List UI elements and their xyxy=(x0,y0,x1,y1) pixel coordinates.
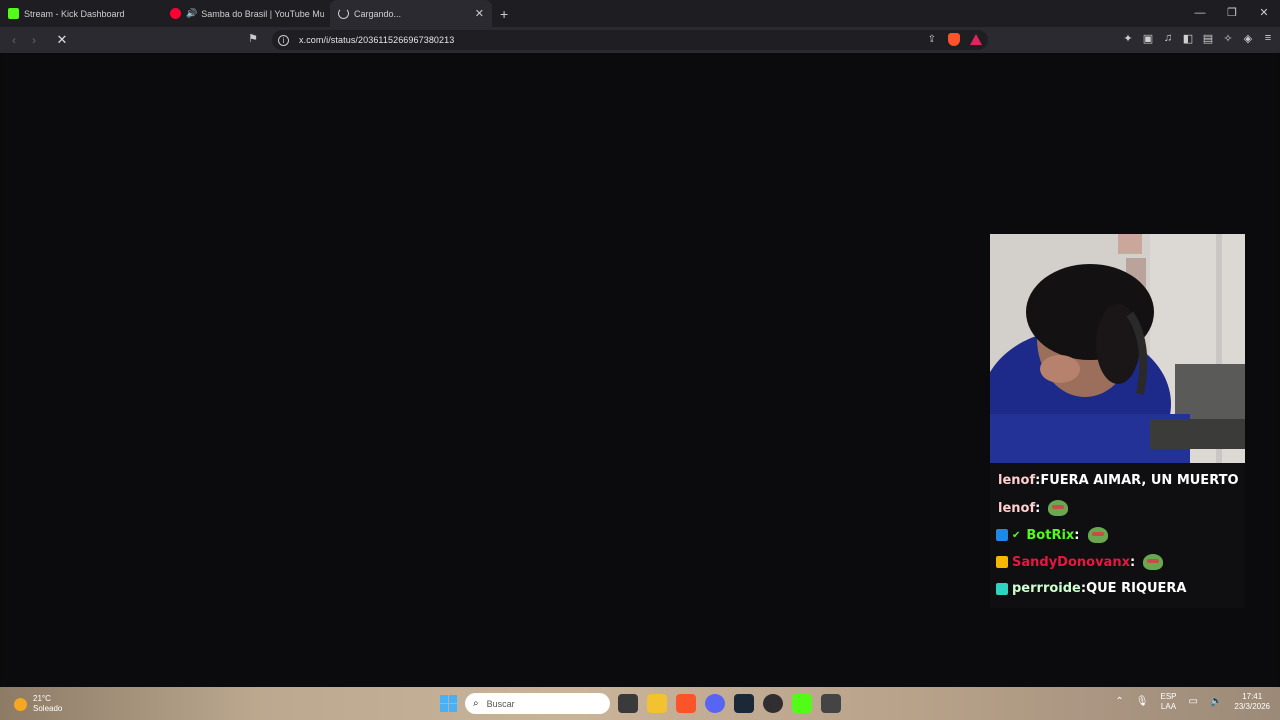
clock-date: 23/3/2026 xyxy=(1234,702,1270,711)
webcam-overlay xyxy=(990,234,1245,463)
language-code: ESP xyxy=(1160,692,1177,701)
tab-title: Samba do Brasil | YouTube Music xyxy=(201,8,324,19)
chat-username: lenof xyxy=(998,473,1036,488)
back-button[interactable]: ‹ xyxy=(4,33,24,47)
steam-icon[interactable] xyxy=(734,694,754,713)
network-icon[interactable]: ▭ xyxy=(1189,697,1198,707)
media-icon[interactable]: ♫ xyxy=(1162,32,1174,45)
chat-username: BotRix xyxy=(1026,527,1075,543)
tab-title: Cargando... xyxy=(354,8,402,19)
tab-title: Stream - Kick Dashboard xyxy=(24,8,125,19)
minimize-button[interactable]: — xyxy=(1184,0,1216,27)
chat-username: perrroide xyxy=(1012,581,1081,596)
address-bar[interactable]: i x.com/i/status/2036115266967380213 ⇪ xyxy=(272,30,988,50)
chat-message: perrroide : QUE RIQUERA xyxy=(996,581,1187,596)
microphone-icon[interactable]: 🎙 xyxy=(1136,697,1149,707)
chat-message: SandyDonovanx : xyxy=(996,554,1164,570)
chat-separator: : xyxy=(1035,500,1041,516)
leo-ai-icon[interactable]: ✧ xyxy=(1222,32,1234,45)
clock[interactable]: 17:41 23/3/2026 xyxy=(1234,692,1270,712)
sidebar-icon[interactable]: ◧ xyxy=(1182,32,1194,45)
weather-temp: 21°C xyxy=(33,694,51,703)
kick-icon xyxy=(8,8,19,19)
tab-loading[interactable]: Cargando... ✕ xyxy=(330,0,492,27)
search-icon: ⌕ xyxy=(473,698,479,709)
wallet-icon[interactable]: ▤ xyxy=(1202,32,1214,45)
maximize-button[interactable]: ❐ xyxy=(1216,0,1248,27)
vpn-icon[interactable]: ◈ xyxy=(1242,32,1254,45)
discord-icon[interactable] xyxy=(705,694,725,713)
system-tray: ⌃ 🎙 ESP LAA ▭ 🔈 17:41 23/3/2026 xyxy=(1115,692,1280,712)
verified-badge-icon: ✔ xyxy=(1012,529,1021,541)
subscriber-badge-icon xyxy=(996,582,1008,595)
chevron-up-icon[interactable]: ⌃ xyxy=(1115,697,1123,707)
close-window-button[interactable]: ✕ xyxy=(1248,0,1280,27)
pepe-emote-icon xyxy=(1143,554,1164,570)
tab-youtube-music[interactable]: 🔊 Samba do Brasil | YouTube Music xyxy=(162,0,324,27)
extensions-icon[interactable]: ✦ xyxy=(1122,32,1134,45)
file-explorer-icon[interactable] xyxy=(647,694,667,713)
volume-icon[interactable]: 🔈 xyxy=(1210,697,1222,707)
site-info-icon[interactable]: i xyxy=(278,34,289,46)
webcam-image xyxy=(990,234,1245,463)
crown-badge-icon xyxy=(996,556,1008,568)
toolbar-right-icons: ✦ ▣ ♫ ◧ ▤ ✧ ◈ ≡ xyxy=(1122,32,1274,45)
window-controls: — ❐ ✕ xyxy=(1184,0,1280,27)
clock-time: 17:41 xyxy=(1242,692,1263,701)
new-tab-button[interactable]: + xyxy=(500,6,508,22)
taskbar-search[interactable]: ⌕ Buscar xyxy=(465,693,610,714)
keyboard-layout: LAA xyxy=(1160,702,1177,711)
youtube-music-icon xyxy=(170,8,181,19)
screenshot-icon[interactable]: ▣ xyxy=(1142,32,1154,45)
chat-overlay: lenof : FUERA AIMAR, UN MUERTO lenof : ✔… xyxy=(990,463,1245,608)
search-placeholder: Buscar xyxy=(486,698,515,709)
kick-app-icon[interactable] xyxy=(792,694,812,713)
bookmark-icon[interactable]: ⚑ xyxy=(248,32,258,45)
brave-rewards-icon[interactable] xyxy=(970,34,982,45)
chat-separator: : xyxy=(1074,527,1080,543)
share-icon[interactable]: ⇪ xyxy=(928,34,936,45)
menu-icon[interactable]: ≡ xyxy=(1262,32,1274,45)
pepe-emote-icon xyxy=(1048,500,1069,516)
close-tab-icon[interactable]: ✕ xyxy=(475,7,484,20)
speaker-icon[interactable]: 🔊 xyxy=(186,8,197,19)
pinned-apps xyxy=(618,694,841,713)
loading-spinner-icon xyxy=(338,8,349,19)
weather-widget[interactable]: 21°C Soleado xyxy=(14,694,62,714)
pepe-emote-icon xyxy=(1087,527,1108,543)
chat-text: FUERA AIMAR, UN MUERTO xyxy=(1040,473,1239,488)
tab-strip: Stream - Kick Dashboard 🔊 Samba do Brasi… xyxy=(0,0,1280,27)
chat-username: SandyDonovanx xyxy=(1012,554,1130,570)
forward-button[interactable]: › xyxy=(24,33,44,47)
task-view-icon[interactable] xyxy=(618,694,638,713)
tab-kick-dashboard[interactable]: Stream - Kick Dashboard xyxy=(0,0,162,27)
chat-message: lenof : xyxy=(998,500,1069,516)
brave-shields-icon[interactable] xyxy=(948,33,960,46)
chat-text: QUE RIQUERA xyxy=(1086,581,1187,596)
brave-browser-icon[interactable] xyxy=(676,694,696,713)
language-indicator[interactable]: ESP LAA xyxy=(1160,692,1176,712)
app-icon[interactable] xyxy=(821,694,841,713)
weather-desc: Soleado xyxy=(33,704,63,713)
url-text[interactable]: x.com/i/status/2036115266967380213 xyxy=(299,35,454,45)
sun-icon xyxy=(14,697,27,711)
chat-username: lenof xyxy=(998,500,1036,516)
windows-taskbar: 21°C Soleado ⌕ Buscar ⌃ 🎙 ESP LAA ▭ 🔈 17… xyxy=(0,687,1280,720)
stop-loading-button[interactable]: ✕ xyxy=(52,32,72,48)
browser-toolbar: ‹ › ✕ ⚑ i x.com/i/status/203611526696738… xyxy=(0,27,1280,53)
chat-message: ✔ BotRix : xyxy=(996,527,1108,543)
obs-icon[interactable] xyxy=(763,694,783,713)
bot-badge-icon xyxy=(996,529,1008,541)
chat-separator: : xyxy=(1129,554,1136,570)
windows-start-icon[interactable] xyxy=(440,695,457,712)
chat-message: lenof : FUERA AIMAR, UN MUERTO xyxy=(998,473,1239,488)
